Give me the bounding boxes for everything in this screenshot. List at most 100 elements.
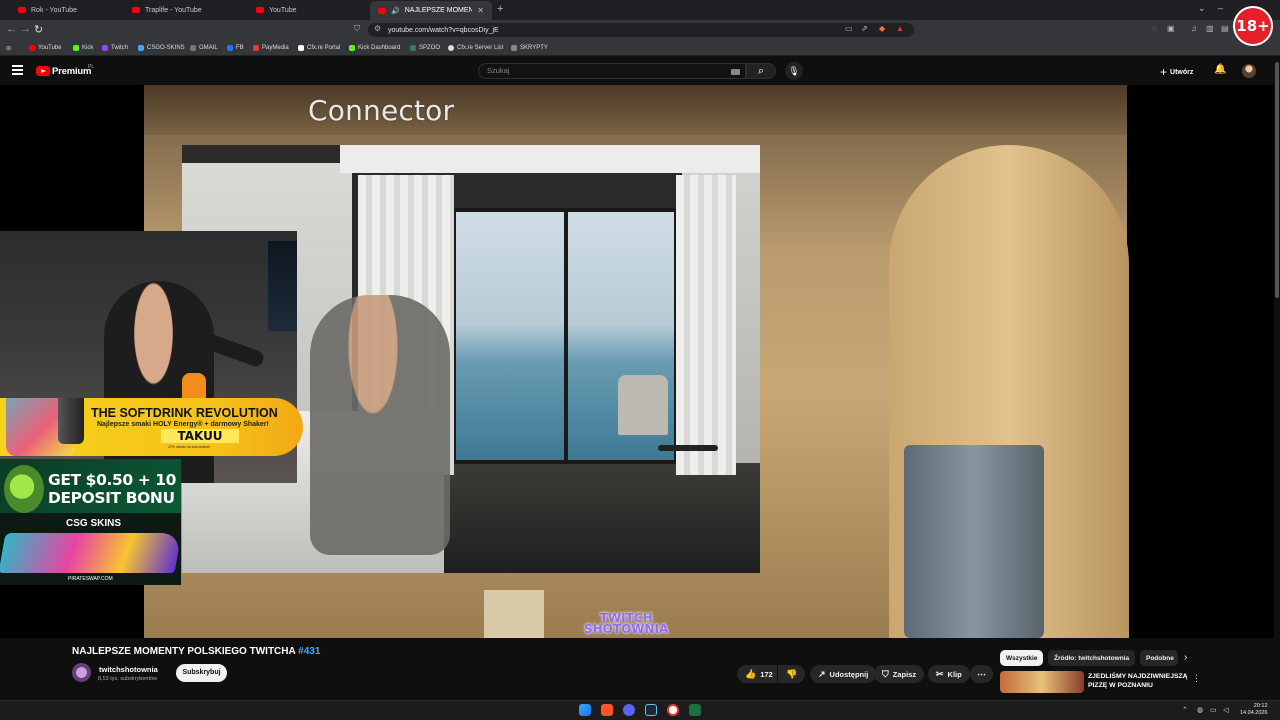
- brave-shields-icon[interactable]: ◆: [879, 24, 885, 33]
- brave-browser-icon[interactable]: [601, 704, 613, 716]
- watermark-line2: SHOTOWNIA: [584, 622, 669, 636]
- share-button[interactable]: ↗ Udostępnij: [810, 665, 877, 683]
- share-icon[interactable]: ⇗: [861, 24, 868, 33]
- more-vertical-icon[interactable]: ⋮: [1192, 673, 1201, 684]
- new-tab-button[interactable]: +: [497, 3, 503, 15]
- site-info-icon[interactable]: ⚙: [374, 24, 381, 33]
- clip-button[interactable]: ✂ Klip: [928, 665, 970, 683]
- chip-all[interactable]: Wszystkie: [1000, 650, 1044, 666]
- rewards-icon[interactable]: ▲: [896, 24, 904, 33]
- csgo-skins-icon: [138, 45, 144, 51]
- youtube-favicon-icon: [18, 7, 26, 13]
- scissors-icon: ✂: [936, 668, 944, 679]
- browser-tab[interactable]: YouTube: [248, 0, 370, 20]
- wallet-icon[interactable]: ▣: [1167, 24, 1175, 33]
- inset-chair: [618, 375, 668, 435]
- browser-tab-active[interactable]: 🔊 NAJLEPSZE MOMENTY POLS ✕: [370, 1, 492, 20]
- tray-app-icon[interactable]: ◍: [1197, 706, 1203, 714]
- kick-icon: [73, 45, 79, 51]
- youtube-logo-icon[interactable]: [36, 66, 50, 76]
- bookmark-item[interactable]: CSGO-SKINS: [138, 42, 185, 54]
- share-arrow-icon: ↗: [818, 668, 826, 679]
- youtube-premium-wordmark[interactable]: Premium: [52, 66, 91, 77]
- extension-icon[interactable]: ◌: [1152, 24, 1157, 33]
- leo-icon[interactable]: ▤: [1221, 24, 1229, 33]
- reload-icon[interactable]: ↻: [34, 23, 43, 36]
- media-icon[interactable]: ♫: [1191, 24, 1197, 33]
- chevron-right-icon[interactable]: ›: [1184, 652, 1187, 663]
- channel-name[interactable]: twitchshotownia: [99, 665, 158, 674]
- search-button[interactable]: ⌕: [746, 63, 776, 79]
- save-button[interactable]: ⛉ Zapisz: [874, 665, 925, 683]
- app-icon[interactable]: [667, 704, 679, 716]
- chip-similar[interactable]: Podobne: [1140, 650, 1178, 666]
- csgo-ad-line2: DEPOSIT BONU: [48, 489, 175, 507]
- subscribe-button[interactable]: Subskrybuj: [176, 664, 227, 682]
- related-video-title[interactable]: ZJEDLIŚMY NAJDZIWNIEJSZĄ PIZZĘ W POZNANI…: [1088, 672, 1188, 690]
- folder-icon: [190, 45, 196, 51]
- chip-source[interactable]: Źródło: twitchshotownia: [1048, 650, 1136, 666]
- youtube-favicon-icon: [132, 7, 140, 13]
- network-icon[interactable]: ▭: [1210, 706, 1217, 714]
- browser-toolbar: ← → ↻ ⛉ ⚙ youtube.com/watch?v=qbcosDiy_j…: [0, 20, 1280, 40]
- webcam-monitor: [268, 241, 297, 331]
- windows-start-icon[interactable]: [579, 704, 591, 716]
- video-floor-box: [484, 590, 544, 638]
- page-scrollbar-thumb[interactable]: [1275, 62, 1279, 298]
- more-horizontal-icon: ⋯: [977, 668, 986, 679]
- bookmark-item[interactable]: SKRYPTY: [511, 42, 548, 54]
- browser-tab[interactable]: Traplife - YouTube: [124, 0, 248, 20]
- bookmark-item[interactable]: Twitch: [102, 42, 128, 54]
- video-ceiling: [144, 85, 1127, 135]
- bookmark-item[interactable]: SPZOO: [410, 42, 440, 54]
- inset-lintel: [340, 145, 760, 173]
- install-icon[interactable]: ▭: [845, 24, 853, 33]
- bookmark-icon[interactable]: ⛉: [354, 24, 360, 34]
- back-icon[interactable]: ←: [6, 23, 17, 35]
- url-text: youtube.com/watch?v=qbcosDiy_jE: [388, 26, 499, 34]
- tab-search-chevron-icon[interactable]: ⌄: [1198, 3, 1206, 14]
- share-label: Udostępnij: [829, 669, 869, 679]
- keyboard-icon[interactable]: [731, 69, 740, 75]
- discord-icon[interactable]: [623, 704, 635, 716]
- tray-chevron-icon[interactable]: ⌃: [1182, 706, 1188, 714]
- close-tab-icon[interactable]: ✕: [477, 6, 484, 15]
- apps-grid-icon[interactable]: ⊞: [6, 42, 11, 54]
- kick-icon: [349, 45, 355, 51]
- sidebar-icon[interactable]: ▥: [1206, 24, 1214, 33]
- inset-table: [658, 445, 718, 451]
- bookmark-item[interactable]: Cfx.re Portal: [298, 42, 340, 54]
- excel-icon[interactable]: [689, 704, 701, 716]
- youtube-icon: [29, 45, 35, 51]
- bookmark-item[interactable]: YouTube: [29, 42, 62, 54]
- address-bar[interactable]: ⚙ youtube.com/watch?v=qbcosDiy_jE: [368, 23, 914, 37]
- volume-icon[interactable]: ◁: [1223, 706, 1228, 714]
- related-video-thumbnail[interactable]: [1000, 671, 1084, 693]
- notifications-bell-icon[interactable]: 🔔: [1214, 64, 1226, 75]
- voice-search-button[interactable]: 🎙: [785, 62, 803, 80]
- create-button[interactable]: + Utwórz: [1160, 65, 1193, 79]
- bookmark-item[interactable]: PayMedia: [253, 42, 289, 54]
- bookmark-item[interactable]: Kick Dashboard: [349, 42, 400, 54]
- spzoo-icon: [410, 45, 416, 51]
- dislike-button[interactable]: 👎: [778, 665, 805, 683]
- video-player[interactable]: Connector THE SOFTDRINK REVOLUTION Najle…: [0, 85, 1274, 638]
- ad-title: THE SOFTDRINK REVOLUTION: [91, 406, 278, 420]
- bookmark-item[interactable]: Cfx.re Server List: [448, 42, 503, 54]
- minimize-icon[interactable]: –: [1218, 3, 1223, 13]
- account-avatar[interactable]: [1242, 64, 1256, 78]
- like-button[interactable]: 👍 172: [737, 665, 777, 683]
- forward-icon[interactable]: →: [20, 23, 31, 35]
- channel-avatar[interactable]: [72, 663, 91, 682]
- bookmark-item[interactable]: GMAIL: [190, 42, 218, 54]
- more-actions-button[interactable]: ⋯: [970, 665, 993, 683]
- bookmark-item[interactable]: Kick: [73, 42, 93, 54]
- steam-icon[interactable]: [645, 704, 657, 716]
- video-hashtag[interactable]: #431: [298, 646, 320, 657]
- system-clock[interactable]: 20:12 14.04.2026: [1240, 703, 1268, 717]
- browser-tab[interactable]: Rok - YouTube: [10, 0, 126, 20]
- menu-icon[interactable]: [12, 65, 23, 75]
- plus-icon: +: [1160, 65, 1168, 79]
- search-input[interactable]: Szukaj: [478, 63, 746, 79]
- bookmark-item[interactable]: FB: [227, 42, 244, 54]
